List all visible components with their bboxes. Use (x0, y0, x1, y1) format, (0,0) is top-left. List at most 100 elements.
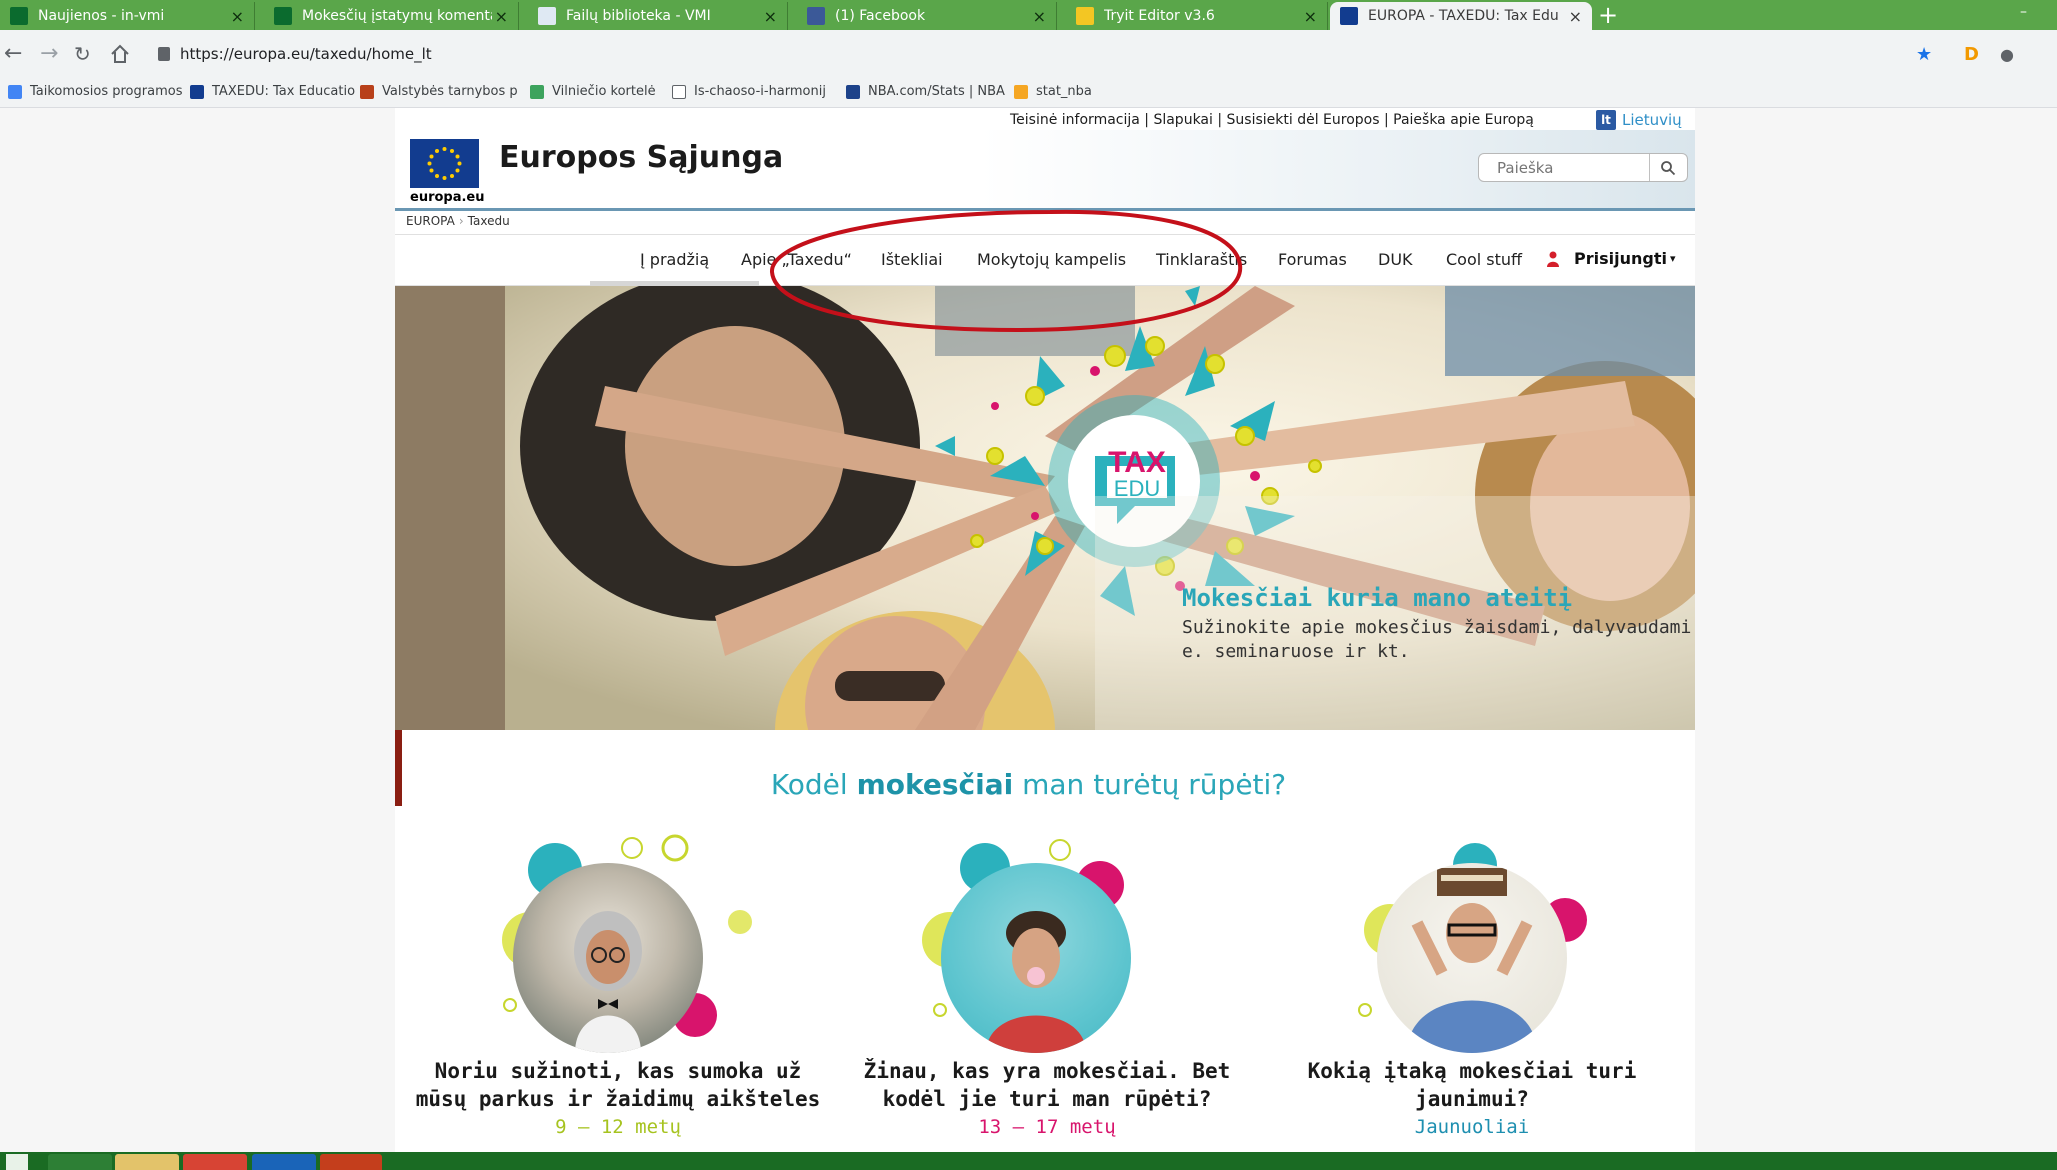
audience-question: Kokią įtaką mokesčiai turi jaunimui? (1307, 1059, 1637, 1111)
nav-home[interactable]: Į pradžią (589, 250, 760, 287)
eu-flag-icon (190, 84, 204, 99)
hero-headline[interactable]: Mokesčiai kuria mano ateitį (1182, 584, 1692, 612)
tab-title: Tryit Editor v3.6 (1104, 8, 1215, 24)
why-prefix: Kodėl (770, 768, 857, 801)
taskbar-chrome-icon[interactable] (183, 1154, 247, 1170)
bookmark-vilniecio-kortele[interactable]: Vilniečio kortelė (530, 84, 656, 99)
youth-avatar[interactable] (1377, 863, 1567, 1053)
home-icon[interactable] (110, 40, 130, 68)
new-tab-button[interactable]: + (1598, 1, 1618, 29)
audience-age: 9 – 12 metų (555, 1116, 681, 1138)
facebook-icon (807, 7, 825, 25)
tab-title: Failų biblioteka - VMI (566, 8, 711, 24)
breadcrumb-europa[interactable]: EUROPA (406, 214, 455, 228)
bookmark-label: Is-chaoso-i-harmonij (694, 84, 826, 99)
taskbar-outlook-icon[interactable] (252, 1154, 316, 1170)
tab-tryit-editor[interactable]: Tryit Editor v3.6 × (1066, 2, 1328, 30)
nav-faq[interactable]: DUK (1378, 250, 1413, 269)
url-field[interactable]: https://europa.eu/taxedu/home_lt (158, 45, 432, 63)
why-bold: mokesčiai (856, 768, 1014, 801)
why-taxes-heading: Kodėl mokesčiai man turėtų rūpėti? (0, 768, 2057, 801)
taskbar-powerpoint-icon[interactable] (320, 1154, 382, 1170)
tab-close-icon[interactable]: × (1304, 7, 1317, 26)
nav-cool-stuff[interactable]: Cool stuff (1446, 250, 1522, 269)
audience-age: Jaunuoliai (1414, 1116, 1530, 1138)
bookmark-label: Valstybės tarnybos p (382, 84, 518, 99)
bookmark-label: stat_nba (1036, 84, 1092, 99)
vilnius-card-icon (530, 84, 544, 99)
breadcrumb-chevron-icon: › (458, 214, 464, 228)
search-icon (1660, 160, 1675, 175)
tab-naujienos[interactable]: Naujienos - in-vmi × (0, 2, 255, 30)
document-favicon-icon (538, 7, 556, 25)
tab-failu-biblioteka[interactable]: Failų biblioteka - VMI × (528, 2, 788, 30)
tab-close-icon[interactable]: × (231, 7, 244, 26)
teen-avatar[interactable] (941, 863, 1131, 1053)
tab-close-icon[interactable]: × (1569, 7, 1582, 26)
extension-icon[interactable]: ● (2000, 44, 2014, 66)
eu-flag-favicon-icon (1340, 7, 1358, 25)
tab-close-icon[interactable]: × (764, 7, 777, 26)
language-selector[interactable]: lt Lietuvių (1596, 110, 1682, 130)
tab-title: Naujienos - in-vmi (38, 8, 165, 24)
europa-domain-label: europa.eu (410, 190, 485, 205)
audience-question: Žinau, kas yra mokesčiai. Bet kodėl jie … (863, 1059, 1231, 1111)
reload-icon[interactable]: ↻ (74, 40, 91, 68)
audience-teens[interactable]: Žinau, kas yra mokesčiai. Bet kodėl jie … (837, 1057, 1257, 1141)
bookmark-taxedu[interactable]: TAXEDU: Tax Educatio (190, 84, 355, 99)
search-button[interactable] (1649, 154, 1685, 181)
eu-flag-logo[interactable] (410, 139, 479, 188)
vmi-favicon-icon (10, 7, 28, 25)
taskbar-explorer-icon[interactable] (115, 1154, 179, 1170)
audience-age: 13 – 17 metų (978, 1116, 1116, 1138)
bookmark-is-chaoso[interactable]: Is-chaoso-i-harmonij (672, 84, 826, 99)
taskbar-ie-icon[interactable] (48, 1154, 112, 1170)
tab-europa-taxedu[interactable]: EUROPA - TAXEDU: Tax Educatio × (1330, 2, 1592, 30)
nav-teachers-corner[interactable]: Mokytojų kampelis (977, 250, 1126, 269)
audience-kids[interactable]: Noriu sužinoti, kas sumoka už mūsų parku… (408, 1057, 828, 1141)
login-menu[interactable]: Prisijungti ▾ (1546, 249, 1676, 268)
bookmark-valstybes-tarnybos[interactable]: Valstybės tarnybos p (360, 84, 518, 99)
nav-resources[interactable]: Ištekliai (881, 250, 943, 269)
bookmark-nba-stats[interactable]: NBA.com/Stats | NBA (846, 84, 1005, 99)
why-suffix: man turėtų rūpėti? (1013, 768, 1287, 801)
forward-arrow-icon[interactable]: → (40, 40, 58, 68)
tab-mokesciu[interactable]: Mokesčių įstatymų komentarų p × (264, 2, 519, 30)
coat-of-arms-icon (360, 84, 374, 99)
bookmark-label: Taikomosios programos (30, 84, 183, 99)
extension-d-icon[interactable]: D (1964, 44, 1979, 66)
tab-close-icon[interactable]: × (1033, 7, 1046, 26)
bookmark-star-icon[interactable]: ★ (1916, 44, 1932, 66)
tab-facebook[interactable]: (1) Facebook × (797, 2, 1057, 30)
nav-blog[interactable]: Tinklaraštis (1156, 250, 1247, 269)
tab-close-icon[interactable]: × (495, 7, 508, 26)
hero-subtext: Sužinokite apie mokesčius žaisdami, daly… (1182, 617, 1692, 662)
nba-icon (846, 84, 860, 99)
page-icon (672, 84, 686, 99)
breadcrumb-taxedu[interactable]: Taxedu (468, 214, 510, 228)
apps-grid-icon (8, 84, 22, 99)
vmi-favicon-icon (274, 7, 292, 25)
tab-title: EUROPA - TAXEDU: Tax Educatio (1368, 8, 1558, 24)
search-input[interactable] (1479, 158, 1649, 177)
bookmark-label: Vilniečio kortelė (552, 84, 656, 99)
user-icon (1546, 251, 1560, 267)
bookmark-label: TAXEDU: Tax Educatio (212, 84, 356, 99)
tab-title: (1) Facebook (835, 8, 926, 24)
breadcrumb: EUROPA › Taxedu (406, 214, 510, 228)
bookmark-stat-nba[interactable]: stat_nba (1014, 84, 1092, 99)
hero-banner[interactable]: TAX EDU Mokesčiai kuria mano ateitį Suži… (395, 286, 1695, 730)
bookmark-apps[interactable]: Taikomosios programos (8, 84, 182, 99)
start-button[interactable] (6, 1154, 28, 1170)
w3schools-icon (1076, 7, 1094, 25)
language-code-badge: lt (1596, 110, 1616, 130)
nav-about[interactable]: Apie „Taxedu“ (741, 250, 852, 269)
back-arrow-icon[interactable]: ← (4, 40, 22, 68)
audience-youth[interactable]: Kokią įtaką mokesčiai turi jaunimui? Jau… (1262, 1057, 1682, 1141)
audience-question: Noriu sužinoti, kas sumoka už mūsų parku… (415, 1059, 821, 1111)
top-utility-links[interactable]: Teisinė informacija | Slapukai | Susisie… (1010, 112, 1534, 128)
header-divider (395, 208, 1695, 211)
nav-forum[interactable]: Forumas (1278, 250, 1347, 269)
minimize-icon[interactable]: – (2020, 4, 2027, 20)
kid-avatar[interactable] (513, 863, 703, 1053)
